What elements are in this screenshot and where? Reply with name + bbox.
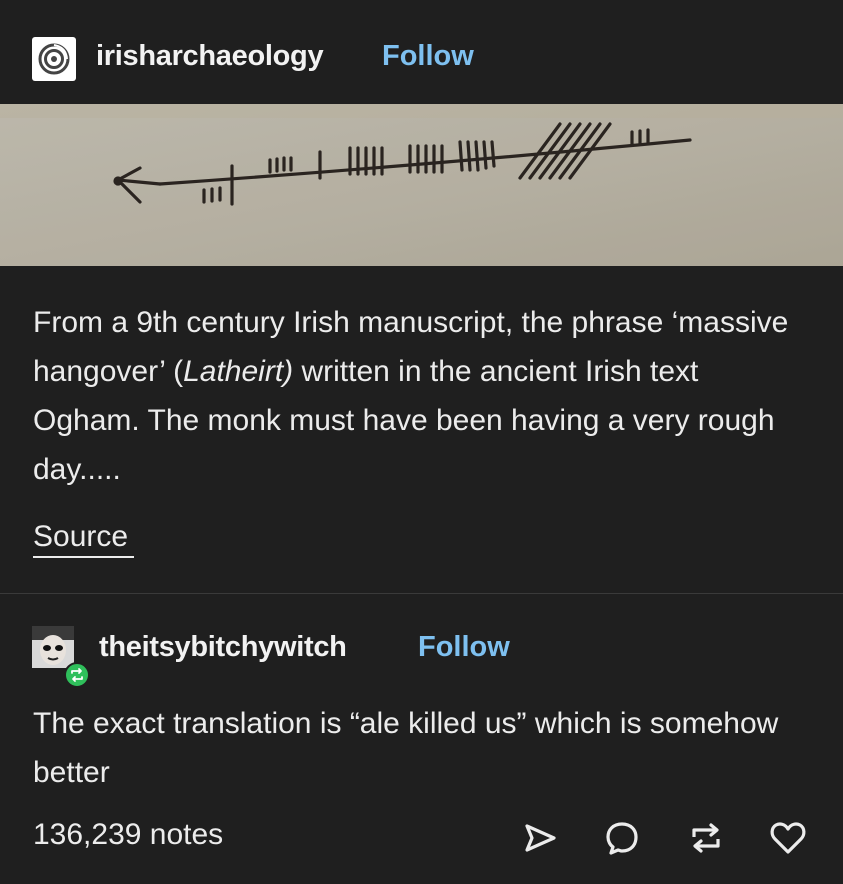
reblog-follow-button[interactable]: Follow [418,631,510,664]
blog-name[interactable]: irisharchaeology [96,40,324,73]
post-caption: From a 9th century Irish manuscript, the… [33,298,813,494]
caption-italic: Latheirt) [183,355,294,388]
reblog-icon [692,823,720,853]
reply-button[interactable] [602,818,642,858]
spiral-logo-icon [38,43,70,75]
blog-avatar[interactable] [32,37,76,81]
manuscript-image [0,104,843,266]
reblog-blog-name[interactable]: theitsybitchywitch [99,631,347,664]
like-icon [770,822,806,854]
share-icon [525,824,556,852]
share-button[interactable] [520,818,560,858]
reply-icon [606,822,638,855]
follow-button[interactable]: Follow [382,40,474,73]
reblog-avatar[interactable] [32,626,90,688]
like-button[interactable] [768,818,808,858]
reblog-badge-icon [64,662,90,688]
divider [0,593,843,594]
reblog-text: The exact translation is “ale killed us”… [33,707,779,789]
source-link[interactable]: Source [33,520,135,558]
post-actions [520,818,810,858]
post-header: irisharchaeology Follow [0,0,843,104]
notes-count[interactable]: 136,239 notes [33,818,223,852]
reblog-button[interactable] [686,818,726,858]
